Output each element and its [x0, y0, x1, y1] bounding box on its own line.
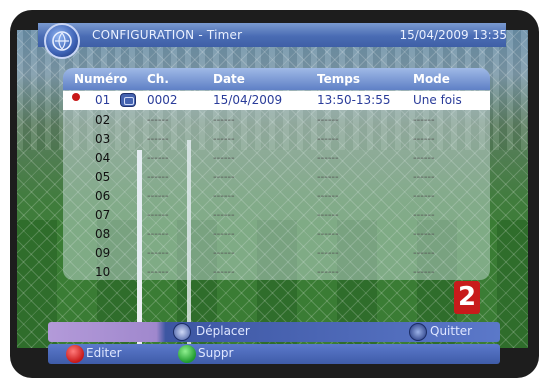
delete-label[interactable]: Suppr	[198, 346, 233, 360]
timer-date: ------	[213, 229, 235, 240]
timer-number: 09	[95, 246, 111, 260]
timer-row[interactable]: 08 ------ ------ ------ ------	[63, 225, 490, 244]
timer-number: 06	[95, 189, 111, 203]
timer-channel: ------	[147, 191, 169, 202]
exit-icon	[409, 323, 427, 341]
timer-date: ------	[213, 172, 235, 183]
green-button-icon	[178, 345, 196, 363]
timer-time: ------	[317, 229, 339, 240]
timer-row-selected[interactable]: 01 0002 15/04/2009 13:50-13:55 Une fois	[63, 91, 490, 110]
column-header-mode: Mode	[413, 72, 450, 86]
timer-number: 10	[95, 265, 111, 279]
timer-row[interactable]: 06 ------ ------ ------ ------	[63, 187, 490, 206]
page-title: CONFIGURATION - Timer	[92, 28, 243, 42]
timer-number: 08	[95, 227, 111, 241]
timer-row[interactable]: 10 ------ ------ ------ ------	[63, 263, 490, 282]
timer-mode: ------	[413, 229, 435, 240]
footer-bar-bottom: Editer Suppr	[48, 344, 500, 364]
timer-row[interactable]: 05 ------ ------ ------ ------	[63, 168, 490, 187]
column-header-number: Numéro	[74, 72, 128, 86]
timer-date: ------	[213, 115, 235, 126]
column-header-time: Temps	[317, 72, 360, 86]
timer-mode: Une fois	[413, 93, 462, 107]
timer-number: 03	[95, 132, 111, 146]
timer-channel: 0002	[147, 93, 178, 107]
timer-time: 13:50-13:55	[317, 93, 391, 107]
timer-time: ------	[317, 248, 339, 259]
timer-mode: ------	[413, 172, 435, 183]
column-header-channel: Ch.	[147, 72, 169, 86]
timer-channel: ------	[147, 172, 169, 183]
timer-row[interactable]: 04 ------ ------ ------ ------	[63, 149, 490, 168]
timer-channel: ------	[147, 248, 169, 259]
timer-channel: ------	[147, 115, 169, 126]
timer-time: ------	[317, 191, 339, 202]
red-button-icon	[66, 345, 84, 363]
record-dot-icon	[72, 93, 80, 101]
column-header-date: Date	[213, 72, 245, 86]
timer-date: ------	[213, 191, 235, 202]
timer-time: ------	[317, 134, 339, 145]
tv-channel-icon	[120, 93, 136, 107]
timer-number: 04	[95, 151, 111, 165]
timer-number: 07	[95, 208, 111, 222]
timer-date: ------	[213, 153, 235, 164]
timer-mode: ------	[413, 115, 435, 126]
timer-channel: ------	[147, 229, 169, 240]
timer-row[interactable]: 02 ------ ------ ------ ------	[63, 111, 490, 130]
timer-mode: ------	[413, 210, 435, 221]
settings-globe-icon	[44, 23, 80, 59]
timer-mode: ------	[413, 153, 435, 164]
timer-mode: ------	[413, 248, 435, 259]
timer-number: 02	[95, 113, 111, 127]
edit-label[interactable]: Editer	[86, 346, 122, 360]
timer-date: ------	[213, 134, 235, 145]
timer-time: ------	[317, 153, 339, 164]
navigate-updown-icon	[173, 323, 191, 341]
timer-channel: ------	[147, 210, 169, 221]
timer-date: 15/04/2009	[213, 93, 283, 107]
timer-channel: ------	[147, 134, 169, 145]
clock-datetime: 15/04/2009 13:35	[399, 28, 507, 42]
channel-logo: 2	[454, 281, 480, 314]
timer-time: ------	[317, 210, 339, 221]
timer-number: 01	[95, 93, 111, 107]
timer-date: ------	[213, 267, 235, 278]
timer-number: 05	[95, 170, 111, 184]
timer-time: ------	[317, 115, 339, 126]
timer-mode: ------	[413, 134, 435, 145]
timer-mode: ------	[413, 267, 435, 278]
timer-channel: ------	[147, 153, 169, 164]
table-header: Numéro Ch. Date Temps Mode	[63, 68, 490, 90]
footer-bar-top: Déplacer Quitter	[48, 322, 500, 342]
timer-date: ------	[213, 248, 235, 259]
timer-time: ------	[317, 172, 339, 183]
timer-row[interactable]: 07 ------ ------ ------ ------	[63, 206, 490, 225]
quit-label[interactable]: Quitter	[430, 324, 472, 338]
timer-channel: ------	[147, 267, 169, 278]
timer-date: ------	[213, 210, 235, 221]
timer-time: ------	[317, 267, 339, 278]
timer-mode: ------	[413, 191, 435, 202]
timer-row[interactable]: 09 ------ ------ ------ ------	[63, 244, 490, 263]
move-label[interactable]: Déplacer	[196, 324, 250, 338]
timer-row[interactable]: 03 ------ ------ ------ ------	[63, 130, 490, 149]
